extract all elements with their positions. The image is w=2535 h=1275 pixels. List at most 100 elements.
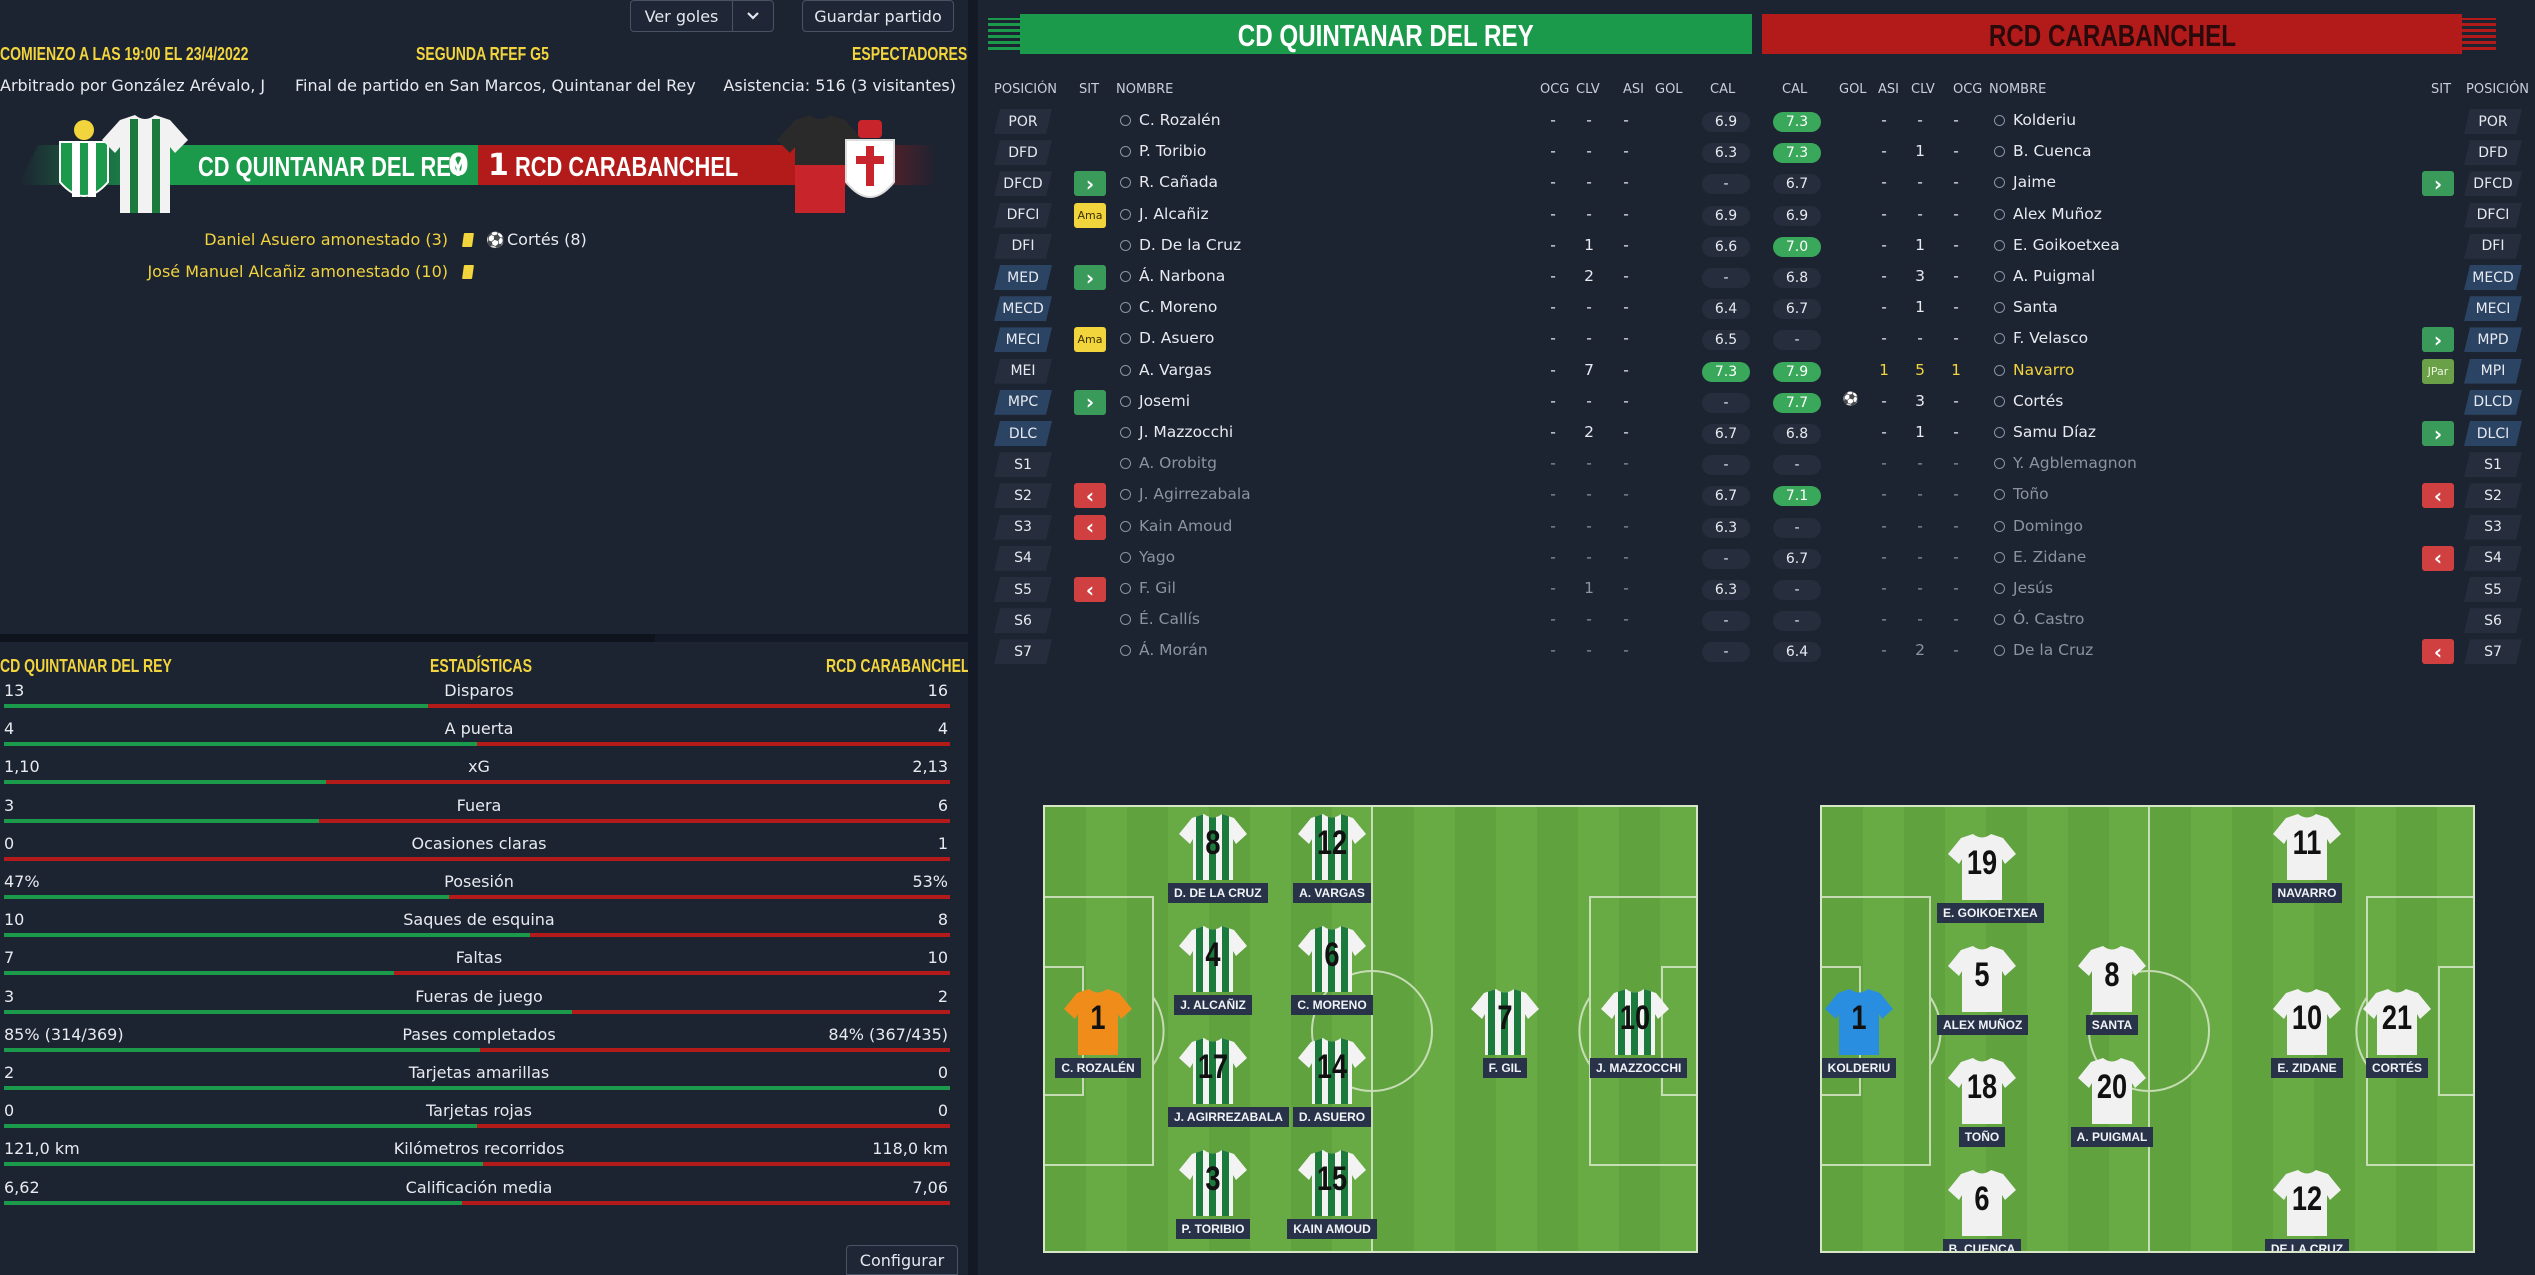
sub-in-icon[interactable]: ›	[2422, 327, 2454, 353]
away-player-name[interactable]: E. Zidane	[1994, 548, 2086, 566]
home-player-name[interactable]: C. Moreno	[1120, 298, 1217, 316]
home-player-name-text[interactable]: C. Moreno	[1139, 298, 1217, 316]
sub-out-icon[interactable]: ‹	[1074, 577, 1106, 602]
away-player-name-text[interactable]: De la Cruz	[2013, 641, 2093, 659]
away-player-name[interactable]: Samu Díaz	[1994, 423, 2096, 441]
away-pitch-player[interactable]: 10 E. ZIDANE	[2262, 987, 2352, 1078]
lineup-row[interactable]: S5 ‹ F. Gil - 1 - 6.3 - - - - Jesús S5	[978, 574, 2535, 605]
away-player-name-text[interactable]: Navarro	[2013, 361, 2074, 379]
home-player-name[interactable]: Josemi	[1120, 392, 1190, 410]
sub-in-icon[interactable]: ›	[1074, 389, 1106, 415]
away-player-name[interactable]: Cortés	[1994, 392, 2063, 410]
away-player-name-text[interactable]: Jesús	[2013, 579, 2053, 597]
away-player-name-text[interactable]: B. Cuenca	[2013, 142, 2092, 160]
sub-in-icon[interactable]: ›	[1074, 265, 1106, 290]
home-player-name[interactable]: É. Callís	[1120, 610, 1200, 628]
lineup-row[interactable]: MEI A. Vargas - 7 - 7.3 7.9 1 5 1 Navarro JPar MPI	[978, 356, 2535, 387]
view-goals-button[interactable]: Ver goles	[630, 0, 732, 32]
lineup-row[interactable]: MECD C. Moreno - - - 6.4 6.7 - 1 - Santa MECI	[978, 293, 2535, 324]
away-player-name-text[interactable]: Santa	[2013, 298, 2058, 316]
sub-out-icon[interactable]: ‹	[1074, 483, 1106, 509]
view-goals-dropdown[interactable]	[732, 0, 774, 32]
away-player-name[interactable]: Jesús	[1994, 579, 2053, 597]
home-pitch-player[interactable]: 12 A. VARGAS	[1287, 812, 1377, 903]
away-player-name-text[interactable]: A. Puigmal	[2013, 267, 2095, 285]
home-player-name[interactable]: Kain Amoud	[1120, 517, 1232, 535]
home-player-name-text[interactable]: Josemi	[1139, 392, 1190, 410]
home-pitch-player[interactable]: 15 KAIN AMOUD	[1287, 1148, 1377, 1239]
home-player-name[interactable]: J. Mazzocchi	[1120, 423, 1233, 441]
home-player-name[interactable]: R. Cañada	[1120, 173, 1218, 191]
home-player-name-text[interactable]: É. Callís	[1139, 610, 1200, 628]
home-player-name[interactable]: D. Asuero	[1120, 329, 1214, 347]
home-player-name-text[interactable]: J. Mazzocchi	[1139, 423, 1233, 441]
away-pitch-player[interactable]: 12 DE LA CRUZ	[2262, 1168, 2352, 1251]
away-player-name-text[interactable]: Y. Agblemagnon	[2013, 454, 2137, 472]
home-player-name[interactable]: J. Alcañiz	[1120, 205, 1209, 223]
lineup-row[interactable]: MED › Á. Narbona - 2 - - 6.8 - 3 - A. Puigmal MECD	[978, 262, 2535, 293]
away-player-name[interactable]: A. Puigmal	[1994, 267, 2095, 285]
home-player-name-text[interactable]: Á. Narbona	[1139, 267, 1225, 285]
save-match-button[interactable]: Guardar partido	[802, 0, 954, 32]
away-player-name[interactable]: F. Velasco	[1994, 329, 2088, 347]
away-player-name[interactable]: Domingo	[1994, 517, 2083, 535]
sub-in-icon[interactable]: ›	[2422, 421, 2454, 446]
away-player-name-text[interactable]: Samu Díaz	[2013, 423, 2096, 441]
home-player-name-text[interactable]: Á. Morán	[1139, 641, 1208, 659]
lineup-row[interactable]: S2 ‹ J. Agirrezabala - - - 6.7 7.1 - - - Toño ‹ S2	[978, 480, 2535, 511]
away-pitch-player[interactable]: 21 CORTÉS	[2352, 987, 2442, 1078]
home-player-name[interactable]: A. Orobitg	[1120, 454, 1217, 472]
home-player-name[interactable]: Á. Narbona	[1120, 267, 1225, 285]
home-player-name-text[interactable]: D. De la Cruz	[1139, 236, 1241, 254]
away-player-name[interactable]: Santa	[1994, 298, 2058, 316]
lineup-row[interactable]: MPC › Josemi - - - - 7.7 ⚽ - 3 - Cortés DLCD	[978, 387, 2535, 418]
away-pitch-player[interactable]: 19 E. GOIKOETXEA	[1937, 832, 2044, 923]
away-player-name[interactable]: Ó. Castro	[1994, 610, 2084, 628]
sub-in-icon[interactable]: ›	[1074, 171, 1106, 197]
away-pitch-player[interactable]: 5 ALEX MUÑOZ	[1937, 944, 2029, 1035]
lineup-row[interactable]: DFI D. De la Cruz - 1 - 6.6 7.0 - 1 - E. Goikoetxe…	[978, 231, 2535, 262]
lineup-row[interactable]: S3 ‹ Kain Amoud - - - 6.3 - - - - Domingo S3	[978, 512, 2535, 543]
lineup-row[interactable]: DFCI Ama J. Alcañiz - - - 6.9 6.9 - - - Alex Muñoz D…	[978, 200, 2535, 231]
home-player-name-text[interactable]: Yago	[1139, 548, 1175, 566]
home-player-name[interactable]: P. Toribio	[1120, 142, 1206, 160]
home-player-name[interactable]: Á. Morán	[1120, 641, 1208, 659]
home-pitch-player[interactable]: 4 J. ALCAÑIZ	[1168, 924, 1258, 1015]
home-pitch-player[interactable]: 1 C. ROZALÉN	[1053, 987, 1143, 1078]
lineup-row[interactable]: MECI Ama D. Asuero - - - 6.5 - - - - F. Velasco › MPD	[978, 324, 2535, 355]
away-player-name-text[interactable]: Ó. Castro	[2013, 610, 2084, 628]
home-player-name[interactable]: Yago	[1120, 548, 1175, 566]
home-player-name[interactable]: C. Rozalén	[1120, 111, 1221, 129]
lineup-row[interactable]: DLC J. Mazzocchi - 2 - 6.7 6.8 - 1 - Samu Díaz › DLC…	[978, 418, 2535, 449]
home-player-name-text[interactable]: J. Agirrezabala	[1139, 485, 1251, 503]
away-player-name-text[interactable]: Toño	[2013, 485, 2049, 503]
away-player-name-text[interactable]: Domingo	[2013, 517, 2083, 535]
away-player-name-text[interactable]: Cortés	[2013, 392, 2063, 410]
away-player-name[interactable]: Jaime	[1994, 173, 2056, 191]
away-player-name[interactable]: Alex Muñoz	[1994, 205, 2102, 223]
home-player-name-text[interactable]: C. Rozalén	[1139, 111, 1221, 129]
away-player-name[interactable]: Kolderiu	[1994, 111, 2076, 129]
away-player-name-text[interactable]: Kolderiu	[2013, 111, 2076, 129]
lineup-row[interactable]: S4 Yago - - - - 6.7 - - - E. Zidane ‹ S4	[978, 543, 2535, 574]
sub-out-icon[interactable]: ‹	[2422, 639, 2454, 665]
lineup-row[interactable]: S1 A. Orobitg - - - - - - - - Y. Agblemagnon S1	[978, 449, 2535, 480]
away-player-name-text[interactable]: Alex Muñoz	[2013, 205, 2102, 223]
away-player-name[interactable]: E. Goikoetxea	[1994, 236, 2120, 254]
away-player-name-text[interactable]: E. Zidane	[2013, 548, 2086, 566]
away-player-name-text[interactable]: Jaime	[2013, 173, 2056, 191]
home-pitch-player[interactable]: 8 D. DE LA CRUZ	[1168, 812, 1268, 903]
sub-out-icon[interactable]: ‹	[2422, 545, 2454, 571]
away-pitch-player[interactable]: 11 NAVARRO	[2262, 812, 2352, 903]
home-pitch-player[interactable]: 3 P. TORIBIO	[1168, 1148, 1258, 1239]
home-pitch-player[interactable]: 7 F. GIL	[1460, 987, 1550, 1078]
home-player-name-text[interactable]: A. Orobitg	[1139, 454, 1217, 472]
home-player-name-text[interactable]: P. Toribio	[1139, 142, 1206, 160]
home-player-name-text[interactable]: F. Gil	[1139, 579, 1176, 597]
home-player-name-text[interactable]: J. Alcañiz	[1139, 205, 1209, 223]
lineup-row[interactable]: S6 É. Callís - - - - - - - - Ó. Castro S6	[978, 605, 2535, 636]
away-player-name[interactable]: B. Cuenca	[1994, 142, 2092, 160]
home-player-name[interactable]: D. De la Cruz	[1120, 236, 1241, 254]
lineup-row[interactable]: S7 Á. Morán - - - - 6.4 - 2 - De la Cruz ‹ S7	[978, 636, 2535, 667]
away-player-name-text[interactable]: E. Goikoetxea	[2013, 236, 2120, 254]
